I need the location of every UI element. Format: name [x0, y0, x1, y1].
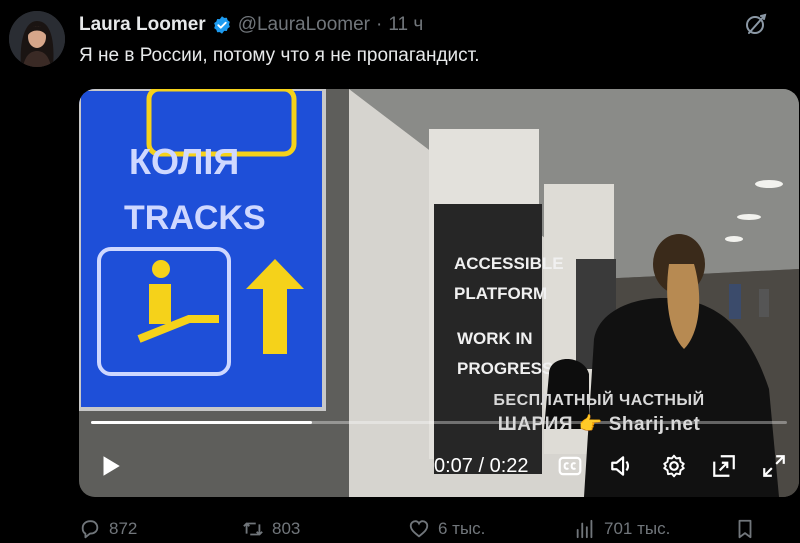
verified-badge-icon	[213, 16, 230, 34]
video-timecode: 0:07 / 0:22	[434, 455, 529, 477]
sign-text-2: TRACKS	[124, 199, 266, 237]
fullscreen-icon[interactable]	[761, 453, 787, 479]
bookmark-button[interactable]	[734, 518, 756, 540]
like-count: 6 тыс.	[438, 519, 486, 538]
author-handle[interactable]: @LauraLoomer	[238, 14, 370, 36]
picture-in-picture-icon[interactable]	[711, 453, 737, 479]
views-chart-icon	[576, 519, 593, 539]
play-icon[interactable]	[97, 453, 123, 479]
sign-text-1: КОЛІЯ	[129, 141, 239, 182]
view-count: 701 тыс.	[604, 519, 671, 538]
tweet-action-bar: 872 803 6 тыс. 701 тыс.	[79, 516, 799, 543]
bookmark-icon	[738, 519, 752, 539]
heart-icon	[409, 520, 429, 538]
watermark-line-2: ШАРИЯ 👉 Sharij.net	[497, 414, 701, 435]
tweet-header: Laura Loomer @LauraLoomer · 11 ч	[79, 14, 423, 36]
retweet-icon	[243, 522, 263, 536]
video-progress-fill	[91, 421, 313, 424]
watermark: БЕСПЛАТНЫЙ ЧАСТНЫЙ ШАРИЯ 👉 Sharij.net	[484, 389, 714, 437]
captions-icon[interactable]	[557, 453, 583, 479]
poster-text-4: PROGRESS	[457, 359, 553, 378]
grok-icon[interactable]	[744, 12, 768, 36]
tweet-text: Я не в России, потому что я не пропаганд…	[79, 45, 480, 66]
avatar[interactable]	[9, 11, 65, 67]
reply-count: 872	[109, 519, 138, 538]
poster-text-3: WORK IN	[457, 329, 533, 348]
poster-text-1: ACCESSIBLE	[454, 254, 564, 273]
reply-icon	[81, 520, 99, 539]
retweet-count: 803	[272, 519, 301, 538]
like-button[interactable]: 6 тыс.	[408, 518, 485, 540]
views-button[interactable]: 701 тыс.	[574, 518, 670, 540]
video-controls: 0:07 / 0:22	[79, 447, 799, 485]
separator-dot: ·	[376, 14, 383, 35]
author-name[interactable]: Laura Loomer	[79, 14, 206, 36]
reply-button[interactable]: 872	[79, 518, 137, 540]
retweet-button[interactable]: 803	[242, 518, 300, 540]
watermark-line-1: БЕСПЛАТНЫЙ ЧАСТНЫЙ	[493, 392, 705, 409]
tweet-timestamp[interactable]: 11 ч	[388, 14, 423, 36]
poster-text-2: PLATFORM	[454, 284, 547, 303]
avatar-image	[9, 11, 65, 67]
volume-icon[interactable]	[609, 453, 635, 479]
settings-gear-icon[interactable]	[661, 453, 687, 479]
